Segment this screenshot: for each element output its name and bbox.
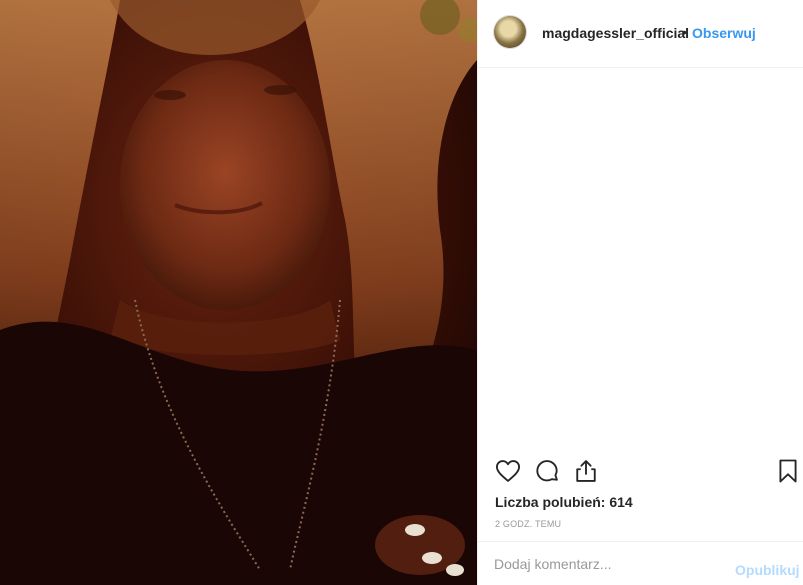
share-icon	[576, 460, 596, 482]
likes-count[interactable]: Liczba polubień: 614	[495, 494, 633, 510]
publish-button[interactable]: Opublikuj	[735, 562, 800, 578]
comment-icon	[536, 460, 558, 482]
avatar[interactable]	[494, 16, 526, 48]
save-button[interactable]	[774, 457, 803, 487]
action-bar	[478, 457, 803, 489]
follow-button[interactable]: Obserwuj	[692, 25, 756, 41]
bookmark-icon	[779, 459, 797, 483]
heart-icon	[495, 460, 521, 482]
comment-bar: Opublikuj	[478, 541, 803, 585]
comment-input[interactable]	[494, 554, 724, 574]
post-timestamp[interactable]: 2 GODZ. TEMU	[495, 519, 561, 529]
share-button[interactable]	[572, 457, 602, 487]
header-separator: •	[682, 24, 687, 40]
post-sidebar: magdagessler_official • Obserwuj Liczba …	[477, 0, 803, 585]
post-header: magdagessler_official • Obserwuj	[478, 0, 803, 68]
post-photo-image	[0, 0, 477, 585]
comment-button[interactable]	[533, 457, 563, 487]
username-link[interactable]: magdagessler_official	[542, 25, 689, 41]
like-button[interactable]	[494, 457, 524, 487]
post-photo[interactable]	[0, 0, 477, 585]
